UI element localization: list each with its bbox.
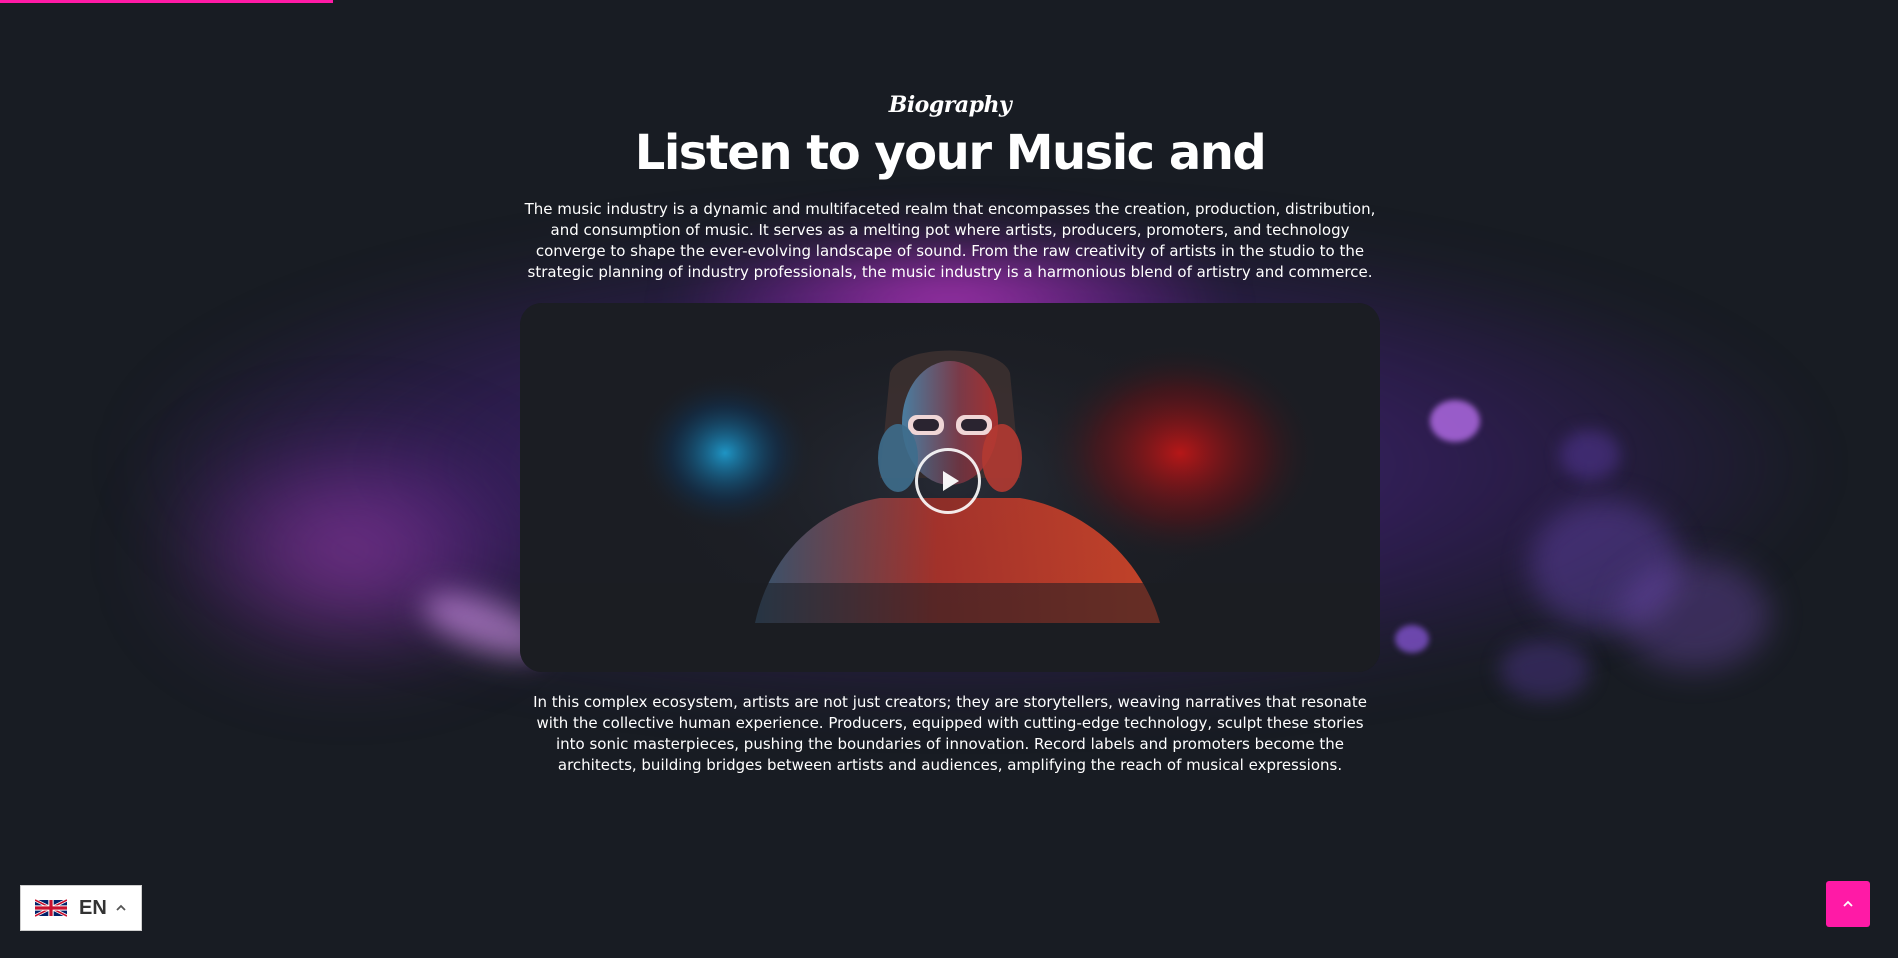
bokeh-light bbox=[1500, 640, 1590, 700]
page: Biography Listen to your Music and The m… bbox=[0, 0, 1898, 958]
section-heading: Listen to your Music and bbox=[634, 125, 1267, 181]
section-eyebrow: Biography bbox=[888, 92, 1012, 118]
back-to-top-button[interactable] bbox=[1826, 881, 1870, 927]
chevron-up-icon bbox=[1843, 900, 1853, 907]
bokeh-light bbox=[1395, 625, 1429, 653]
play-icon bbox=[943, 471, 959, 491]
biography-section: Biography Listen to your Music and The m… bbox=[520, 88, 1380, 776]
scroll-progress-bar bbox=[0, 0, 333, 3]
bokeh-light bbox=[1560, 430, 1620, 480]
outro-paragraph: In this complex ecosystem, artists are n… bbox=[533, 693, 1367, 774]
play-button[interactable] bbox=[915, 448, 981, 514]
chevron-up-icon bbox=[116, 904, 126, 911]
language-switcher[interactable]: EN bbox=[20, 885, 142, 931]
bokeh-light bbox=[1620, 560, 1770, 670]
language-code: EN bbox=[79, 896, 107, 919]
bokeh-light bbox=[1530, 500, 1680, 630]
bokeh-light bbox=[1430, 400, 1480, 442]
video-player[interactable] bbox=[520, 303, 1380, 672]
intro-paragraph: The music industry is a dynamic and mult… bbox=[524, 200, 1376, 281]
uk-flag-icon bbox=[35, 898, 67, 918]
background-glow-left bbox=[160, 430, 540, 670]
